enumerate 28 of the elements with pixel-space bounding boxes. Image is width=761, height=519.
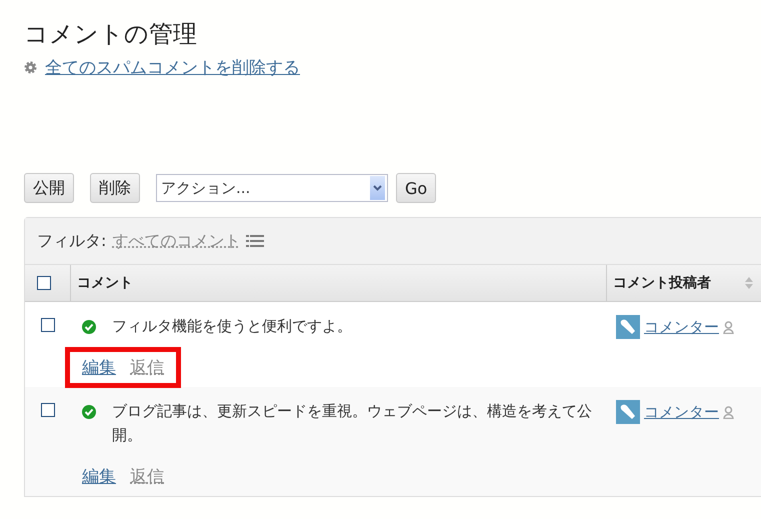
filter-link[interactable]: すべてのコメント <box>112 230 240 252</box>
row-checkbox[interactable] <box>40 318 54 332</box>
delete-spam-link[interactable]: 全てのスパムコメントを削除する <box>45 56 300 79</box>
published-check-icon <box>82 320 96 334</box>
go-button[interactable]: Go <box>396 173 436 203</box>
comment-text: フィルタ機能を使うと便利ですよ。 <box>112 316 353 337</box>
reply-link[interactable]: 返信 <box>130 465 164 488</box>
edit-link[interactable]: 編集 <box>82 465 116 488</box>
list-icon <box>246 235 264 247</box>
column-header: コメント <box>77 274 133 292</box>
delete-button[interactable]: 削除 <box>90 173 140 203</box>
row-checkbox[interactable] <box>40 403 54 417</box>
select-all-checkbox[interactable] <box>36 276 50 290</box>
user-icon <box>723 406 734 418</box>
reply-link[interactable]: 返信 <box>130 356 164 379</box>
chevron-down-icon <box>373 185 382 191</box>
column-header[interactable]: コメント投稿者 <box>613 274 711 292</box>
page-title: コメントの管理 <box>24 19 198 50</box>
author-link[interactable]: コメンター <box>644 402 719 422</box>
publish-button[interactable]: 公開 <box>24 173 74 203</box>
gear-icon <box>24 61 37 74</box>
comment-text: ブログ記事は、更新スピードを重視。ウェブページは、構造を考えて公開。 <box>112 401 593 446</box>
action-select[interactable]: アクション... <box>156 174 388 202</box>
published-check-icon <box>82 405 96 419</box>
filter-label: フィルタ: <box>37 230 106 252</box>
user-icon <box>723 320 734 334</box>
author-link[interactable]: コメンター <box>644 318 719 336</box>
edit-link[interactable]: 編集 <box>82 356 116 379</box>
